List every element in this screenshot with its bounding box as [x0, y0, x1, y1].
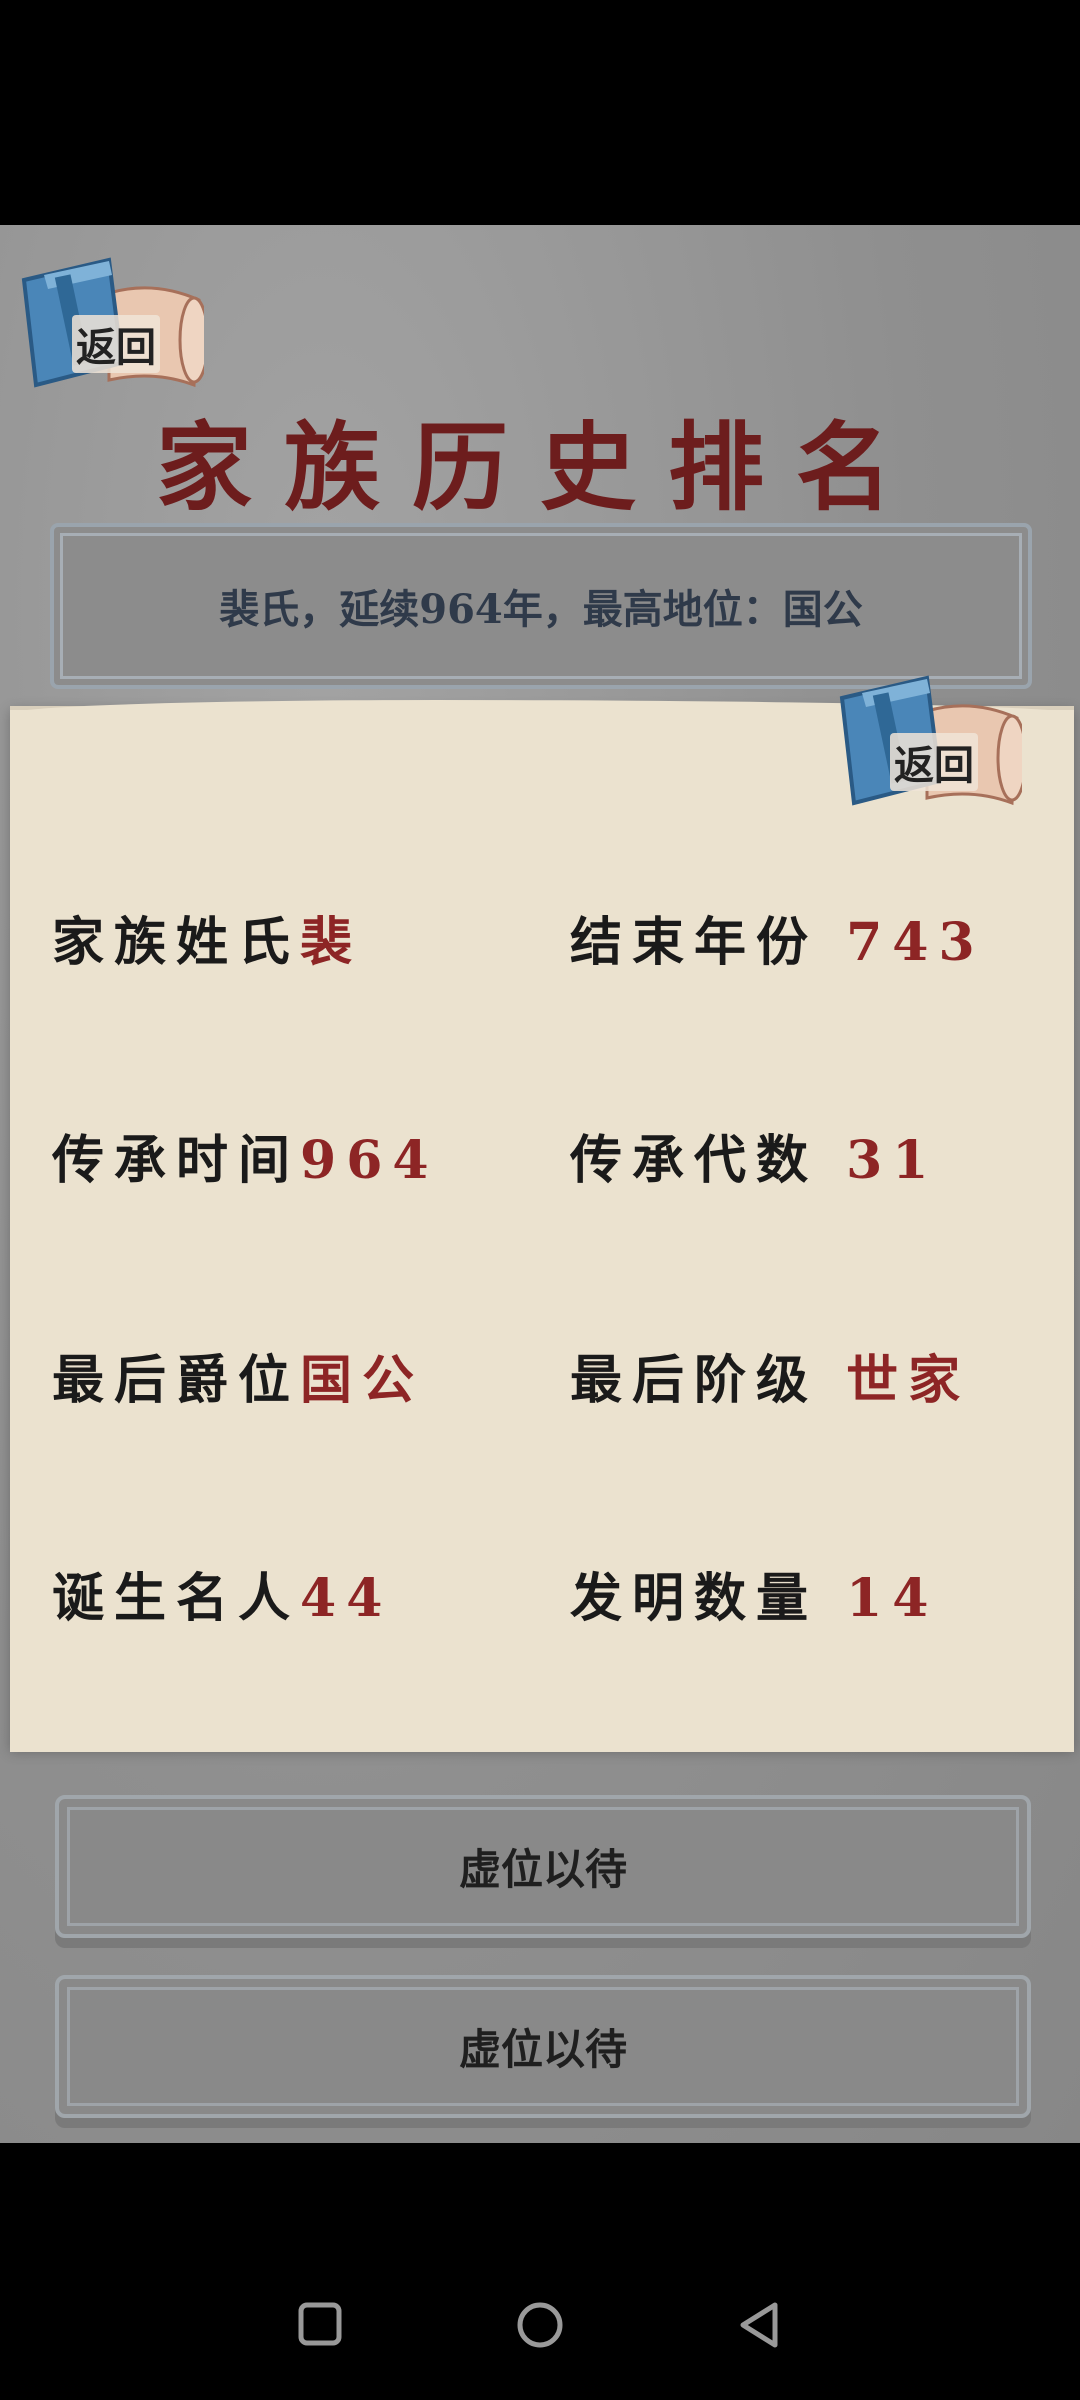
stat-value: 964 — [300, 1130, 439, 1191]
stat-surname: 家族姓氏裴 — [52, 900, 362, 975]
rank-slot-label: 虚位以待 — [458, 1845, 627, 1894]
stat-value: 31 — [846, 1130, 939, 1191]
stat-label: 家族姓氏 — [52, 912, 301, 973]
family-detail-panel: 家族姓氏裴 结束年份 743 传承时间964 传承代数 31 最后爵位国公 最后… — [10, 700, 1074, 1752]
summary-text: 裴氏，延续964年，最高地位：国公 — [219, 586, 863, 633]
stat-end-year: 结束年份 743 — [570, 900, 985, 975]
stat-last-title: 最后爵位国公 — [52, 1338, 424, 1413]
square-icon[interactable] — [296, 2300, 346, 2350]
stat-value: 743 — [846, 912, 985, 973]
stat-value: 44 — [300, 1568, 393, 1629]
stat-last-class: 最后阶级 世家 — [570, 1338, 970, 1413]
top-back-label: 返回 — [72, 315, 160, 373]
system-nav-bar — [0, 2143, 1080, 2400]
stat-value: 世家 — [846, 1350, 971, 1411]
stat-generations: 传承代数 31 — [570, 1118, 939, 1193]
stat-value: 裴 — [300, 912, 363, 973]
stat-inventions: 发明数量 14 — [570, 1556, 939, 1631]
stat-label: 最后阶级 — [570, 1350, 819, 1411]
rank-slot-2[interactable]: 虚位以待 — [55, 1975, 1031, 2118]
stat-label: 传承时间 — [52, 1130, 301, 1191]
triangle-back-icon[interactable] — [735, 2300, 785, 2350]
game-screen: 返回 家族历史排名 裴氏，延续964年，最高地位：国公 虚位以待 虚位以待 家族… — [0, 225, 1080, 2143]
panel-back-button[interactable]: 返回 — [832, 663, 1022, 813]
stat-value: 14 — [846, 1568, 939, 1629]
stat-label: 结束年份 — [570, 912, 819, 973]
top-back-button[interactable]: 返回 — [14, 245, 204, 395]
stat-celebrities: 诞生名人44 — [52, 1556, 392, 1631]
stat-duration: 传承时间964 — [52, 1118, 439, 1193]
stat-label: 最后爵位 — [52, 1350, 301, 1411]
stat-label: 发明数量 — [570, 1568, 819, 1629]
rank-slot-1[interactable]: 虚位以待 — [55, 1795, 1031, 1938]
panel-back-label: 返回 — [890, 733, 978, 791]
stat-label: 诞生名人 — [52, 1568, 301, 1629]
stat-value: 国公 — [300, 1350, 425, 1411]
stat-label: 传承代数 — [570, 1130, 819, 1191]
circle-icon[interactable] — [515, 2300, 565, 2350]
rank-slot-label: 虚位以待 — [458, 2025, 627, 2074]
page-title: 家族历史排名 — [156, 411, 924, 524]
